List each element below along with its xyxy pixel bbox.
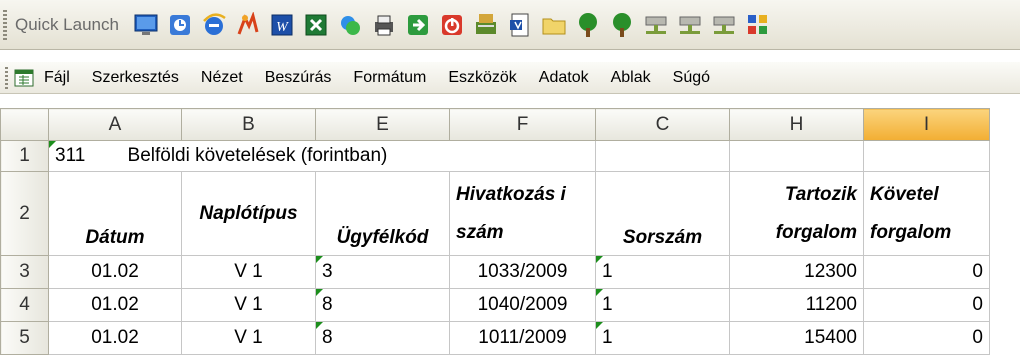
network-drive-icon[interactable] — [711, 12, 737, 38]
network-chart-icon[interactable] — [745, 12, 771, 38]
desktop-icon[interactable] — [133, 12, 159, 38]
folder-icon[interactable] — [541, 12, 567, 38]
column-header-f[interactable]: F — [449, 108, 596, 141]
cell-sorszam[interactable]: 1 — [595, 288, 730, 322]
header-kovetel-forgalom[interactable]: Követel forgalom — [863, 171, 990, 256]
cell-tartozik[interactable]: 12300 — [729, 255, 864, 289]
header-naplotipus[interactable]: Naplótípus — [181, 171, 316, 256]
column-header-e[interactable]: E — [315, 108, 450, 141]
cell-ugyfelkod[interactable]: 3 — [315, 255, 450, 289]
messenger-icon[interactable] — [337, 12, 363, 38]
menu-help[interactable]: Súgó — [673, 69, 710, 87]
sheet-title: Belföldi követelések (forintban) — [127, 145, 388, 166]
cell-kovetel[interactable]: 0 — [863, 321, 990, 355]
cell-tartozik[interactable]: 11200 — [729, 288, 864, 322]
header-ugyfelkod[interactable]: Ügyfélkód — [315, 171, 450, 256]
quick-launch-label: Quick Launch — [15, 14, 119, 34]
cell-hivatkozasi-szam[interactable]: 1040/2009 — [449, 288, 596, 322]
menu-tools[interactable]: Eszközök — [448, 69, 516, 87]
column-header-a[interactable]: A — [48, 108, 182, 141]
menu-window[interactable]: Ablak — [611, 69, 651, 87]
cell-tartozik[interactable]: 15400 — [729, 321, 864, 355]
menubar-grip[interactable] — [5, 66, 8, 89]
cell-c1[interactable] — [595, 140, 730, 172]
column-header-c[interactable]: C — [595, 108, 730, 141]
cell-naplotipus[interactable]: V 1 — [181, 321, 316, 355]
cell-a1[interactable]: 311 Belföldi követelések (forintban) — [48, 140, 596, 172]
svg-text:W: W — [276, 20, 289, 35]
printer-icon[interactable] — [371, 12, 397, 38]
header-sorszam[interactable]: Sorszám — [595, 171, 730, 256]
row-header-1[interactable]: 1 — [0, 140, 49, 172]
exit-icon[interactable] — [405, 12, 431, 38]
cell-h1[interactable] — [729, 140, 864, 172]
server-gis-icon[interactable] — [473, 12, 499, 38]
menu-insert[interactable]: Beszúrás — [265, 69, 332, 87]
row-header-3[interactable]: 3 — [0, 255, 49, 289]
cell-sorszam[interactable]: 1 — [595, 255, 730, 289]
winamp-icon[interactable] — [235, 11, 261, 38]
quick-launch-icons: W — [133, 11, 779, 38]
column-header-i[interactable]: I — [863, 108, 990, 141]
cell-datum[interactable]: 01.02 — [48, 288, 182, 322]
spreadsheet-grid: A B E F C H I 1 311 Belföldi követelések… — [0, 108, 1020, 356]
cell-datum[interactable]: 01.02 — [48, 321, 182, 355]
cell-i1[interactable] — [863, 140, 990, 172]
workbook-icon[interactable] — [14, 68, 34, 88]
word-doc-icon[interactable] — [507, 12, 533, 38]
header-datum[interactable]: Dátum — [48, 171, 182, 256]
row-header-4[interactable]: 4 — [0, 288, 49, 322]
row-header-2[interactable]: 2 — [0, 171, 49, 256]
cell-ugyfelkod[interactable]: 8 — [315, 288, 450, 322]
network-drive-icon[interactable] — [677, 12, 703, 38]
header-tartozik-forgalom[interactable]: Tartozik forgalom — [729, 171, 864, 256]
cell-kovetel[interactable]: 0 — [863, 255, 990, 289]
cell-hivatkozasi-szam[interactable]: 1011/2009 — [449, 321, 596, 355]
menu-edit[interactable]: Szerkesztés — [92, 69, 179, 87]
cell-naplotipus[interactable]: V 1 — [181, 288, 316, 322]
cell-sorszam[interactable]: 1 — [595, 321, 730, 355]
word-icon[interactable]: W — [269, 12, 295, 38]
cell-kovetel[interactable]: 0 — [863, 288, 990, 322]
menu-format[interactable]: Formátum — [353, 69, 426, 87]
cell-datum[interactable]: 01.02 — [48, 255, 182, 289]
select-all-corner[interactable] — [0, 108, 49, 141]
header-hivatkozasi-szam[interactable]: Hivatkozás i szám — [449, 171, 596, 256]
account-number: 311 — [55, 145, 86, 166]
column-header-b[interactable]: B — [181, 108, 316, 141]
cell-naplotipus[interactable]: V 1 — [181, 255, 316, 289]
menu-view[interactable]: Nézet — [201, 69, 243, 87]
excel-icon[interactable] — [303, 12, 329, 38]
internet-explorer-icon[interactable] — [201, 12, 227, 38]
menu-bar: Fájl Szerkesztés Nézet Beszúrás Formátum… — [0, 62, 1020, 94]
cell-hivatkozasi-szam[interactable]: 1033/2009 — [449, 255, 596, 289]
shutdown-icon[interactable] — [439, 12, 465, 38]
tree-icon[interactable] — [609, 12, 635, 38]
tree-icon[interactable] — [575, 12, 601, 38]
windows-update-icon[interactable] — [167, 12, 193, 38]
menu-data[interactable]: Adatok — [539, 69, 589, 87]
toolbar-grip[interactable] — [3, 9, 7, 40]
network-drive-icon[interactable] — [643, 12, 669, 38]
menu-file[interactable]: Fájl — [44, 69, 70, 87]
cell-ugyfelkod[interactable]: 8 — [315, 321, 450, 355]
row-header-5[interactable]: 5 — [0, 321, 49, 355]
column-header-h[interactable]: H — [729, 108, 864, 141]
quick-launch-toolbar: Quick Launch W — [0, 0, 1020, 50]
